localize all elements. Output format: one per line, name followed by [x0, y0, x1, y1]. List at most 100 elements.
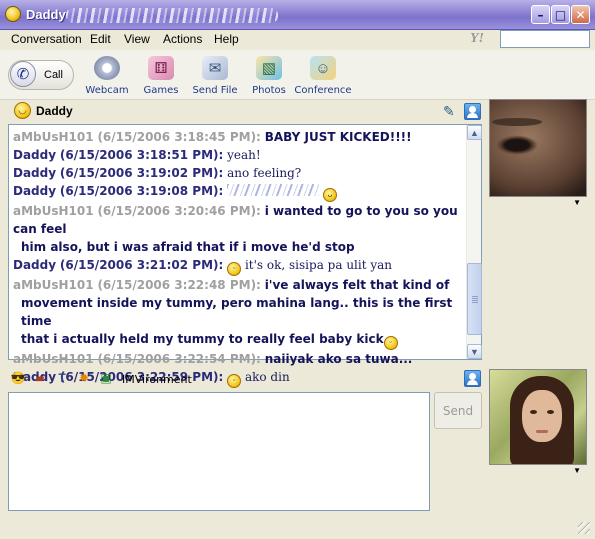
message-text-continued: that i actually held my tummy to really … [21, 332, 384, 346]
message: Daddy (6/15/2006 3:19:02 PM): ano feelin… [13, 164, 463, 182]
scroll-thumb[interactable] [467, 263, 482, 335]
message-text: ako din [244, 370, 290, 384]
message-time: (6/15/2006 3:20:46 PM): [97, 204, 261, 218]
photo-detail [530, 410, 537, 414]
message-time: (6/15/2006 3:19:08 PM): [59, 184, 224, 198]
pen-icon[interactable]: ✎ [443, 103, 459, 119]
message-sender: Daddy [13, 184, 57, 198]
conference-label: Conference [294, 85, 352, 96]
message-time: (6/15/2006 3:18:51 PM): [59, 148, 224, 162]
messenger-logo-icon [5, 6, 21, 22]
webcam-button[interactable]: Webcam [77, 56, 137, 96]
message-sender: Daddy [13, 166, 57, 180]
scroll-up-button[interactable]: ▲ [467, 125, 482, 140]
scroll-down-button[interactable]: ▼ [467, 344, 482, 359]
minimize-button[interactable]: – [531, 5, 550, 24]
message-text: ano feeling? [227, 166, 302, 180]
menu-view[interactable]: View [124, 32, 150, 46]
text-format-icon[interactable]: T [54, 370, 70, 386]
send-file-button[interactable]: ✉ Send File [185, 56, 245, 96]
message: Daddy (6/15/2006 3:21:02 PM): ᵕ it's ok,… [13, 256, 463, 276]
message-time: (6/15/2006 3:21:02 PM): [59, 258, 224, 272]
message-text: it's ok, sisipa pa ulit yan [244, 258, 393, 272]
contact-profile-button[interactable] [464, 103, 481, 120]
grin-emoticon-icon: ᵕ [227, 262, 242, 276]
imvironment-icon[interactable]: ▣ [98, 370, 114, 386]
message-sender: aMbUsH101 [13, 352, 94, 366]
message-text: naiiyak ako sa tuwa... [264, 352, 413, 366]
message: aMbUsH101 (6/15/2006 3:18:45 PM): BABY J… [13, 128, 463, 146]
conference-button[interactable]: ☺ Conference [293, 56, 353, 96]
photos-icon: ▧ [256, 56, 282, 80]
dice-icon: ⚅ [148, 56, 174, 80]
profile-head-icon [469, 106, 476, 113]
message: aMbUsH101 (6/15/2006 3:22:48 PM): i've a… [13, 276, 463, 350]
title-decoration [66, 8, 278, 23]
webcam-label: Webcam [85, 85, 129, 96]
contact-name: Daddy [36, 104, 73, 118]
my-display-image [489, 369, 587, 465]
contact-status-icon: ◡ [14, 102, 31, 119]
games-label: Games [143, 85, 179, 96]
message: aMbUsH101 (6/15/2006 3:22:54 PM): naiiya… [13, 350, 463, 368]
games-button[interactable]: ⚅ Games [131, 56, 191, 96]
message-time: (6/15/2006 3:19:02 PM): [59, 166, 224, 180]
phone-icon: ✆ [10, 61, 36, 87]
message-sender: Daddy [13, 148, 57, 162]
animated-emoticon-icon [227, 184, 320, 196]
message: aMbUsH101 (6/15/2006 3:20:46 PM): i want… [13, 202, 463, 256]
my-image-dropdown[interactable]: ▼ [489, 465, 587, 477]
emoticons-icon[interactable]: 😎 [10, 370, 26, 386]
send-file-label: Send File [192, 85, 238, 96]
menu-actions[interactable]: Actions [163, 32, 202, 46]
menu-help[interactable]: Help [214, 32, 239, 46]
my-profile-button[interactable] [464, 370, 481, 387]
message-text: yeah! [227, 148, 261, 162]
message-text-continued: him also, but i was afraid that if i mov… [21, 240, 355, 254]
message-time: (6/15/2006 3:22:48 PM): [97, 278, 261, 292]
message-sender: aMbUsH101 [13, 204, 94, 218]
search-input[interactable] [500, 30, 590, 48]
profile-head-icon [469, 373, 476, 380]
profile-body-icon [467, 113, 478, 118]
message-sender: aMbUsH101 [13, 278, 94, 292]
message-text: i've always felt that kind of [264, 278, 450, 292]
nudge-icon[interactable]: ✹ [76, 370, 92, 386]
message: Daddy (6/15/2006 3:18:51 PM): yeah! [13, 146, 463, 164]
webcam-icon [94, 56, 120, 80]
profile-body-icon [467, 380, 478, 385]
photo-detail [547, 410, 554, 414]
message: Daddy (6/15/2006 3:19:08 PM): ᴗ [13, 182, 463, 202]
conversation-pane[interactable]: aMbUsH101 (6/15/2006 3:18:45 PM): BABY J… [8, 124, 482, 388]
paperclip-icon: ✉ [202, 56, 228, 80]
grin-emoticon-icon: ᵕ [227, 374, 242, 388]
audibles-icon[interactable]: ▰ [32, 370, 48, 386]
photos-button[interactable]: ▧ Photos [239, 56, 299, 96]
message-sender: aMbUsH101 [13, 130, 94, 144]
close-button[interactable]: ✕ [571, 5, 590, 24]
tongue-out-emoticon-icon: ᴗ [322, 188, 337, 202]
webcam-detail [492, 118, 542, 126]
message-time: (6/15/2006 3:18:45 PM): [97, 130, 261, 144]
maximize-button[interactable]: □ [551, 5, 570, 24]
call-label: Call [44, 69, 63, 81]
grin-emoticon-icon: ᵕ [383, 336, 398, 350]
menu-edit[interactable]: Edit [90, 32, 111, 46]
photo-detail [522, 390, 562, 442]
message-list: aMbUsH101 (6/15/2006 3:18:45 PM): BABY J… [13, 128, 463, 388]
message-text: BABY JUST KICKED!!!! [264, 130, 412, 144]
message-sender: Daddy [13, 258, 57, 272]
message-time: (6/15/2006 3:22:54 PM): [97, 352, 261, 366]
send-button[interactable]: Send [434, 392, 482, 429]
window-title: Daddy [26, 7, 66, 22]
message-input[interactable] [8, 392, 430, 511]
imvironment-label[interactable]: IMVironment [122, 373, 192, 386]
conversation-scrollbar[interactable]: ▲ ▼ [466, 125, 482, 359]
contact-image-dropdown[interactable]: ▼ [489, 197, 587, 209]
resize-grip[interactable] [578, 522, 590, 534]
photo-detail [536, 430, 548, 433]
conference-icon: ☺ [310, 56, 336, 80]
message-text-continued: movement inside my tummy, pero mahina la… [21, 296, 453, 328]
menu-conversation[interactable]: Conversation [11, 32, 82, 46]
photos-label: Photos [252, 85, 286, 96]
